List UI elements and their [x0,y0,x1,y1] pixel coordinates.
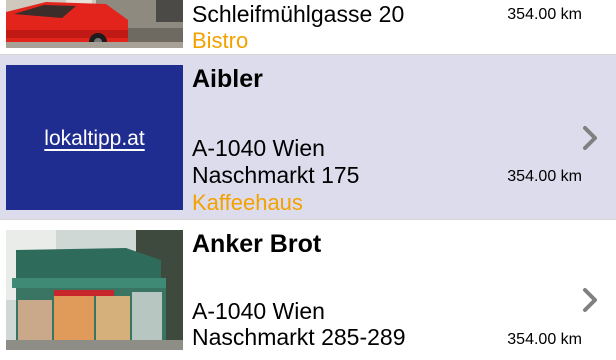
address-line: A-1040 Wien [192,135,325,161]
distance-label: 354.00 km [507,168,582,185]
address-line: Schleifmühlgasse 20 [192,1,405,27]
category-label: Bistro [192,28,249,53]
logo-text: lokaltipp.at [44,127,145,150]
lokaltipp-logo-thumbnail: lokaltipp.at [6,65,183,210]
address-line: A-1040 Wien [192,298,325,324]
list-item[interactable]: Anker Brot A-1040 Wien Naschmarkt 285-28… [0,220,616,360]
restaurant-list: Schleifmühlgasse 20 Bistro 354.00 km lok… [0,0,616,350]
place-name: Aibler [192,65,263,93]
place-name: Anker Brot [192,230,322,258]
bakery-kiosk-thumbnail [6,230,183,350]
distance-label: 354.00 km [507,6,582,23]
distance-label: 354.00 km [507,331,582,348]
list-item[interactable]: lokaltipp.at Aibler A-1040 Wien Naschmar… [0,55,616,220]
chevron-right-icon[interactable] [580,287,600,313]
category-label: Kaffeehaus [192,190,303,215]
street-photo-thumbnail [6,0,183,48]
address-line: Naschmarkt 175 [192,162,360,188]
list-item[interactable]: Schleifmühlgasse 20 Bistro 354.00 km [0,0,616,55]
chevron-right-icon[interactable] [580,125,600,151]
